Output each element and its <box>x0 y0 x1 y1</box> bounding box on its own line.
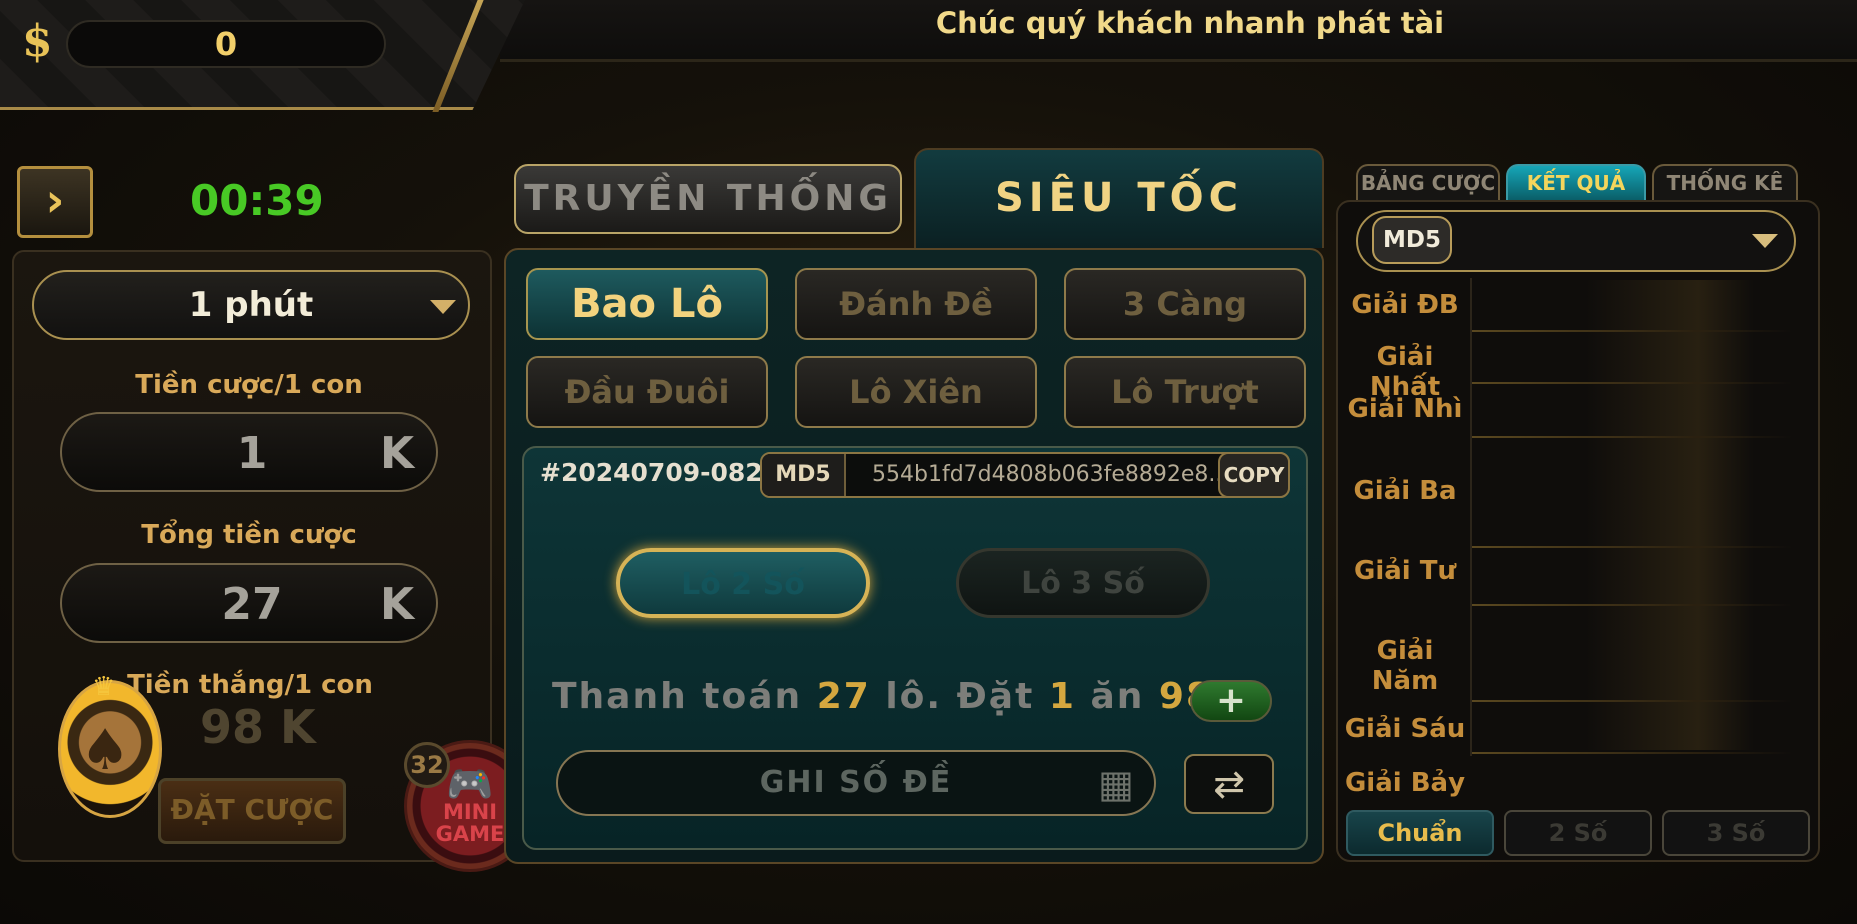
tab-traditional[interactable]: TRUYỀN THỐNG <box>514 164 902 234</box>
prize-row-line <box>1472 546 1792 548</box>
sub-mode-lo-2-so[interactable]: Lô 2 Số <box>616 548 870 618</box>
bet-per-input[interactable]: 1 K <box>60 412 438 492</box>
spade-icon: ♠ <box>80 718 131 783</box>
payment-summary: Thanh toán 27 lô. Đặt 1 ăn 98 <box>552 676 1213 717</box>
keypad-icon[interactable]: ▦ <box>1098 762 1134 806</box>
caret-down-icon <box>430 300 456 314</box>
tab-fast[interactable]: SIÊU TỐC <box>914 148 1324 248</box>
duration-value: 1 phút <box>188 285 314 325</box>
prize-label-ba: Giải Ba <box>1353 476 1457 506</box>
tab-ket-qua[interactable]: KẾT QUẢ <box>1506 164 1646 200</box>
prize-label-nam: Giải Năm <box>1371 636 1439 696</box>
prize-label-db: Giải ĐB <box>1351 290 1459 320</box>
shuffle-icon: ⇄ <box>1213 762 1245 806</box>
md5-hash: 554b1fd7d4808b063fe8892e8... <box>872 462 1230 487</box>
plus-button[interactable]: + <box>1190 680 1272 722</box>
bet-per-unit: K <box>380 428 415 479</box>
prize-label-nhi: Giải Nhì <box>1347 394 1463 424</box>
mode-3-cang[interactable]: 3 Càng <box>1064 268 1306 340</box>
bet-per-value: 1 <box>236 428 268 479</box>
prize-row-line <box>1472 382 1792 384</box>
prize-label-tu: Giải Tư <box>1353 556 1456 586</box>
win-per-label: Tiền thắng/1 con <box>127 670 373 700</box>
crown-icon: ♛ <box>92 672 116 702</box>
place-bet-button[interactable]: ĐẶT CƯỢC <box>158 778 346 844</box>
countdown-timer: 00:39 <box>190 176 324 225</box>
filter-chuan[interactable]: Chuẩn <box>1346 810 1494 856</box>
prize-row-line <box>1472 752 1792 754</box>
bet-per-label: Tiền cược/1 con <box>135 370 363 400</box>
win-per-value: 98 K <box>200 700 316 754</box>
caret-down-icon <box>1752 234 1778 248</box>
md5-select-value: MD5 <box>1372 216 1452 264</box>
prize-row-line <box>1472 436 1792 438</box>
tab-thong-ke[interactable]: THỐNG KÊ <box>1652 164 1798 200</box>
chevron-right-icon: › <box>45 173 65 227</box>
prize-row-line <box>1472 330 1792 332</box>
prize-row-line <box>1472 700 1792 702</box>
duration-select[interactable]: 1 phút <box>32 270 470 340</box>
mode-lo-truot[interactable]: Lô Trượt <box>1064 356 1306 428</box>
gamepad-icon: 🎮 <box>446 762 494 806</box>
pay-stake: 1 <box>1048 676 1076 717</box>
round-id: #20240709-0820 <box>540 458 781 487</box>
pay-count: 27 <box>816 676 871 717</box>
number-entry-input[interactable]: GHI SỐ ĐỀ <box>556 750 1156 816</box>
sub-mode-lo-3-so[interactable]: Lô 3 Số <box>956 548 1210 618</box>
prize-row-line <box>1472 604 1792 606</box>
total-bet-unit: K <box>380 579 415 630</box>
pay-prefix: Thanh toán <box>552 676 803 717</box>
balance-value: 0 <box>66 20 386 68</box>
mode-danh-de[interactable]: Đánh Đề <box>795 268 1037 340</box>
mode-dau-duoi[interactable]: Đầu Đuôi <box>526 356 768 428</box>
filter-2-so[interactable]: 2 Số <box>1504 810 1652 856</box>
results-divider <box>1470 278 1472 756</box>
minigame-count-badge: 32 <box>404 742 450 788</box>
pay-eat: ăn <box>1090 676 1145 717</box>
prize-label-nhat: Giải Nhất <box>1369 342 1441 402</box>
shuffle-button[interactable]: ⇄ <box>1184 754 1274 814</box>
expand-arrow-button[interactable]: › <box>17 166 93 238</box>
marquee-text: Chúc quý khách nhanh phát tài <box>935 6 1445 40</box>
prize-label-sau: Giải Sáu <box>1344 714 1466 744</box>
mode-lo-xien[interactable]: Lô Xiên <box>795 356 1037 428</box>
total-bet-box: 27 K <box>60 563 438 643</box>
results-grid-glow <box>1474 280 1754 750</box>
prize-label-bay: Giải Bảy <box>1344 768 1466 798</box>
dollar-icon: $ <box>22 16 53 67</box>
tab-bang-cuoc[interactable]: BẢNG CƯỢC <box>1356 164 1500 200</box>
filter-3-so[interactable]: 3 Số <box>1662 810 1810 856</box>
total-bet-label: Tổng tiền cược <box>141 520 357 550</box>
mode-bao-lo[interactable]: Bao Lô <box>526 268 768 340</box>
copy-button[interactable]: COPY <box>1218 452 1290 498</box>
pay-mid: lô. Đặt <box>885 676 1035 717</box>
md5-tag: MD5 <box>762 454 846 496</box>
total-bet-value: 27 <box>221 579 283 630</box>
